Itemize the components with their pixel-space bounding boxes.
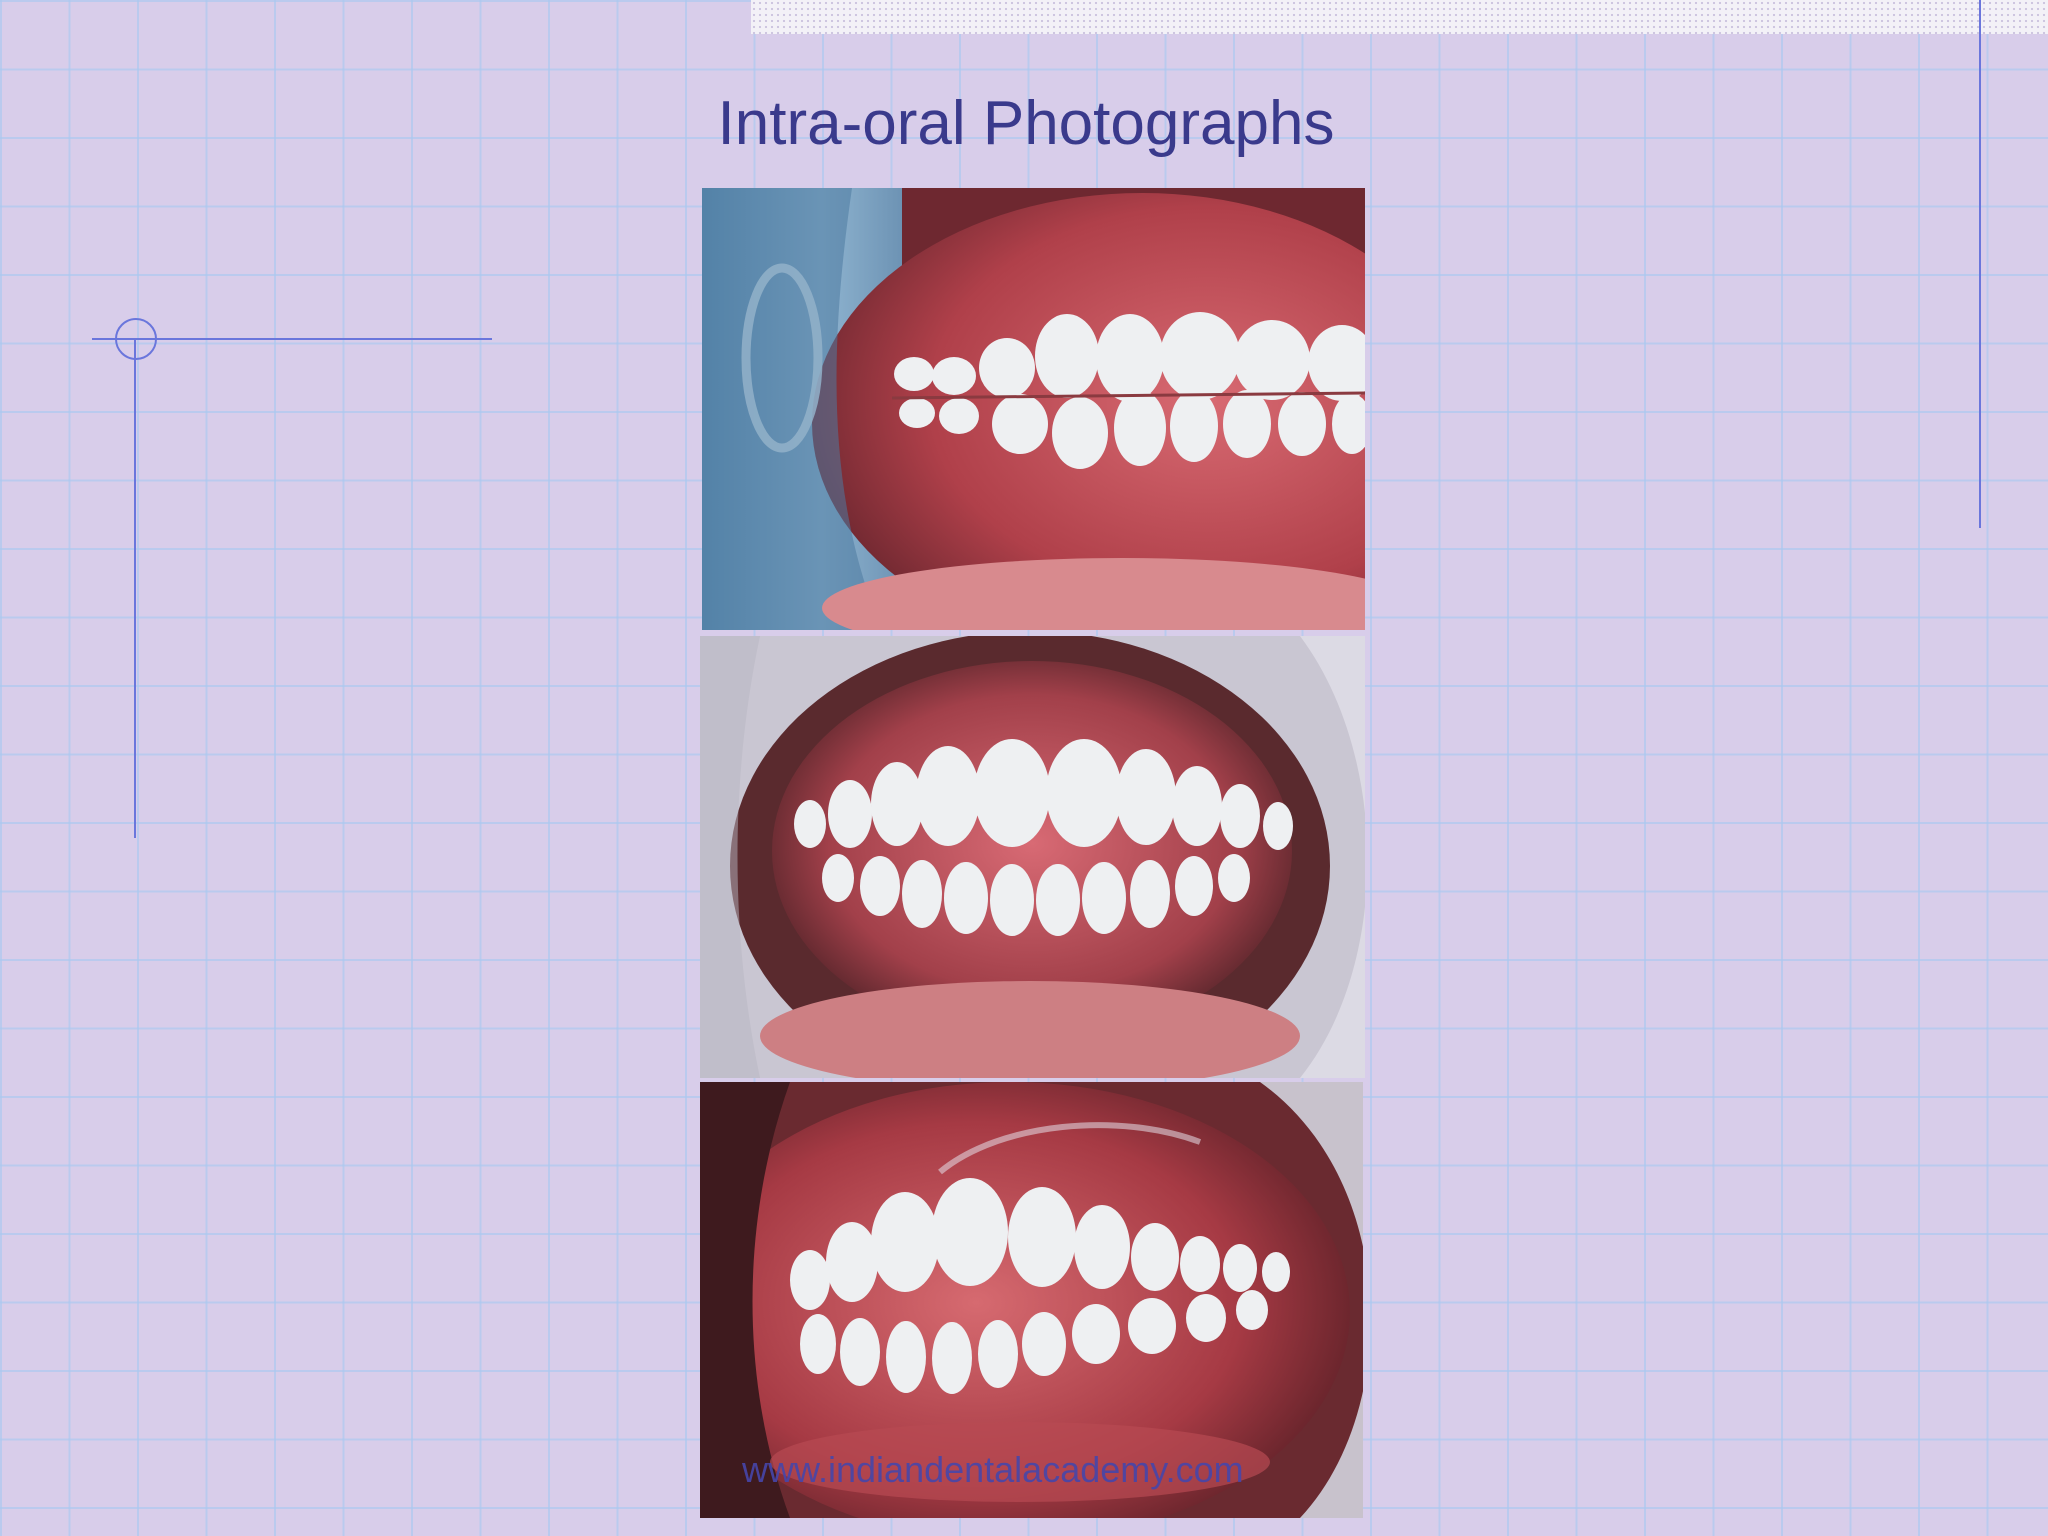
left-vertical-rule (134, 340, 136, 838)
right-vertical-rule (1979, 0, 1981, 528)
footer-website-url: www.indiandentalacademy.com (742, 1449, 1244, 1490)
crosshair-circle-ornament (115, 318, 157, 360)
intraoral-photo-right-lateral (702, 188, 1365, 630)
slide-title: Intra-oral Photographs (717, 89, 1335, 158)
top-decorative-band (751, 0, 2048, 34)
intraoral-photo-frontal (700, 636, 1365, 1078)
